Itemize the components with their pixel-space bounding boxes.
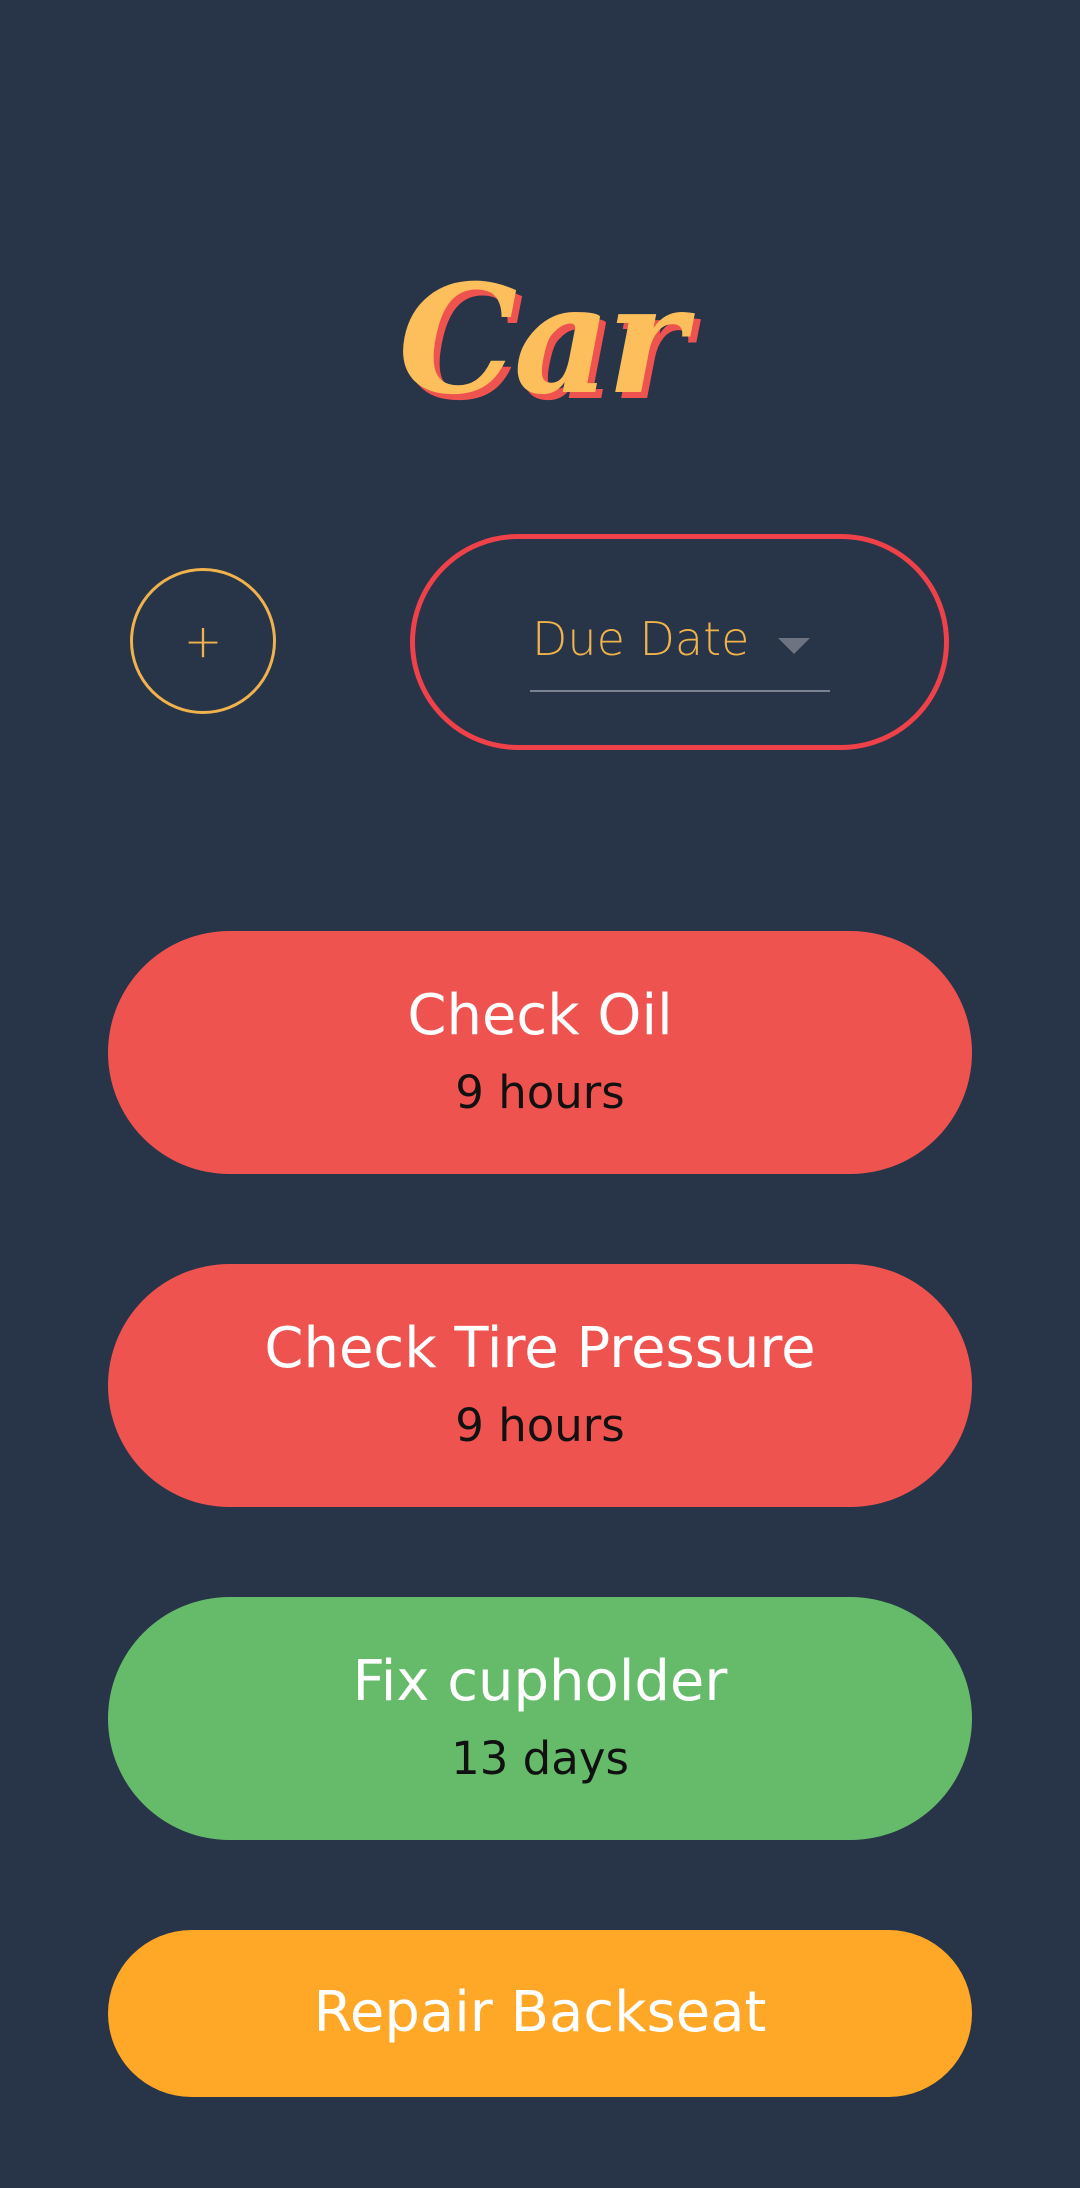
add-task-button[interactable]: + [130,568,276,714]
task-due: 9 hours [455,1399,625,1452]
task-card[interactable]: Check Tire Pressure 9 hours [108,1264,972,1507]
page-title: Car [398,252,686,428]
plus-icon: + [183,614,223,668]
task-card[interactable]: Check Oil 9 hours [108,931,972,1174]
chevron-down-icon [778,638,810,654]
task-title: Fix cupholder [352,1649,728,1714]
sort-dropdown[interactable]: Due Date [530,610,830,692]
task-title: Check Oil [407,983,673,1048]
task-title: Check Tire Pressure [264,1316,816,1381]
task-title: Repair Backseat [313,1980,767,2045]
task-due: 9 hours [455,1066,625,1119]
task-card[interactable]: Repair Backseat [108,1930,972,2097]
sort-selected-label: Due Date [532,612,750,666]
task-due: 13 days [451,1732,629,1785]
task-card[interactable]: Fix cupholder 13 days [108,1597,972,1840]
